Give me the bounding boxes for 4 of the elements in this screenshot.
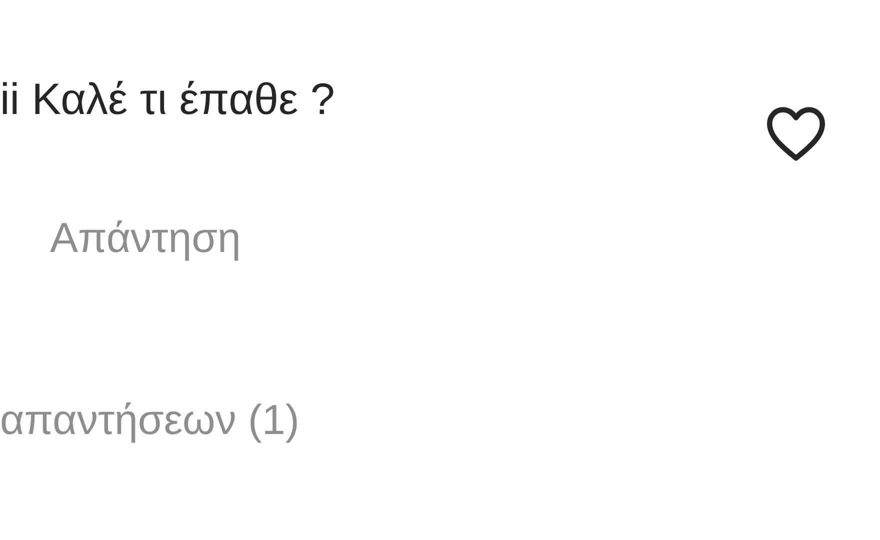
- reply-link[interactable]: Απάντηση: [50, 210, 241, 266]
- heart-icon[interactable]: [764, 104, 828, 162]
- comment-text: ii Καλέ τι έπαθε ?: [0, 74, 335, 126]
- view-replies-link[interactable]: απαντήσεων (1): [0, 392, 300, 448]
